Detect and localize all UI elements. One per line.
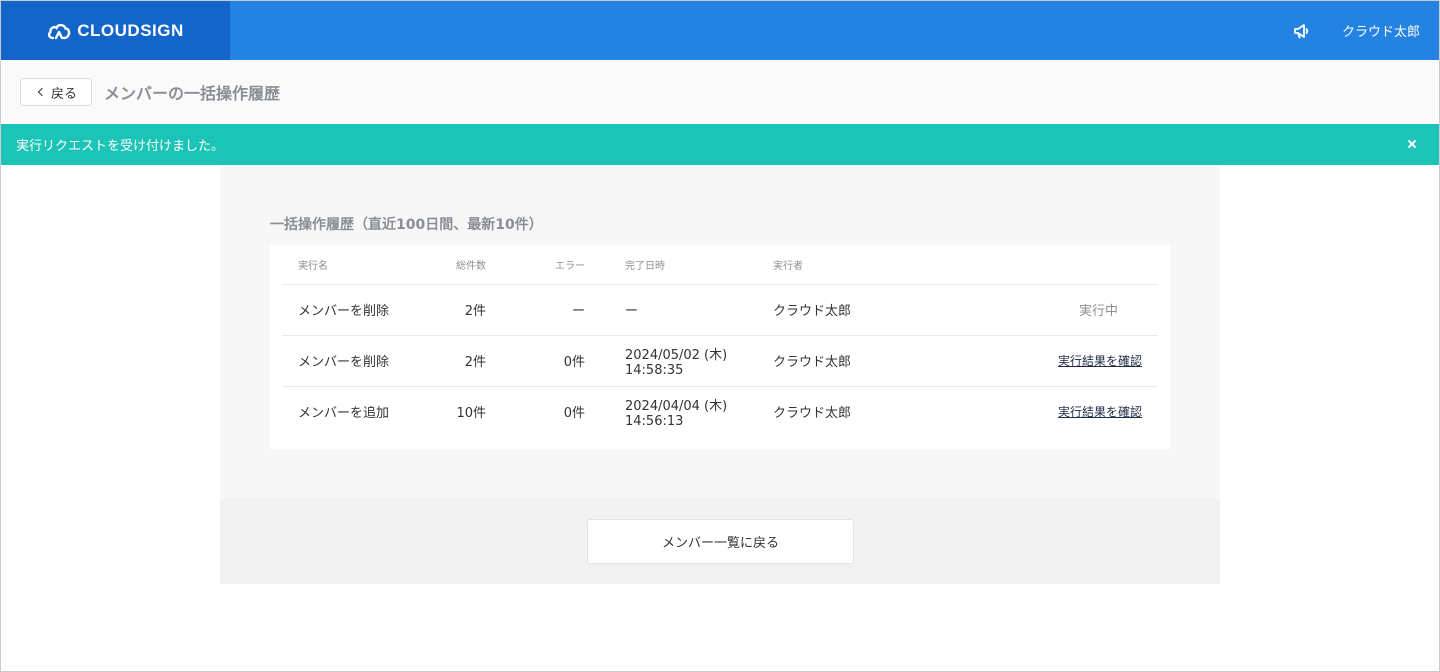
table-row: メンバーを削除 2件 0件 2024/05/02 (木) 14:58:35 クラ… [282, 335, 1158, 387]
row-errors: 0件 [563, 406, 585, 422]
row-total: 2件 [424, 284, 486, 336]
page-subheader: 戻る メンバーの一括操作履歴 [1, 60, 1439, 124]
row-name: メンバーを追加 [298, 406, 390, 422]
footer-actions: メンバー一覧に戻る [220, 498, 1220, 584]
success-notice: 実行リクエストを受け付けました。 [1, 124, 1439, 165]
view-result-link[interactable]: 実行結果を確認 [1058, 405, 1142, 419]
history-table: 実行名 総件数 エラー 完了日時 実行者 メンバーを削除 2件 ー ー クラウド… [282, 245, 1158, 437]
page-title: メンバーの一括操作履歴 [104, 84, 281, 103]
row-name: メンバーを削除 [282, 335, 424, 387]
back-button[interactable]: 戻る [20, 78, 92, 106]
return-to-member-list-button[interactable]: メンバー一覧に戻る [587, 519, 854, 564]
close-icon[interactable] [1405, 137, 1419, 151]
row-executor: クラウド太郎 [773, 335, 1003, 387]
column-header-errors: エラー [486, 245, 585, 285]
column-header-name: 実行名 [282, 245, 424, 285]
brand-logo[interactable]: CLOUDSIGN [1, 1, 230, 60]
cloud-sign-logo-icon [48, 23, 71, 39]
row-action-cell: 実行結果を確認 [1003, 386, 1158, 437]
status-running: 実行中 [1078, 304, 1118, 319]
row-errors: 0件 [486, 335, 585, 387]
column-header-executor: 実行者 [773, 245, 1003, 285]
row-action-cell: 実行中 [1003, 284, 1158, 336]
user-menu[interactable]: クラウド太郎 [1342, 21, 1420, 40]
back-button-label: 戻る [50, 86, 77, 102]
column-header-action [1003, 245, 1158, 285]
row-executor: クラウド太郎 [773, 284, 1003, 336]
notice-message: 実行リクエストを受け付けました。 [16, 139, 225, 154]
row-action-cell: 実行結果を確認 [1003, 335, 1158, 387]
app-window: CLOUDSIGN クラウド太郎 戻る メンバーの一括操作履歴 実行リクエストを… [0, 0, 1440, 672]
row-completed-at: ー [585, 284, 773, 336]
row-executor: クラウド太郎 [773, 406, 852, 422]
row-name: メンバーを削除 [282, 284, 424, 336]
row-total: 10件 [456, 406, 486, 422]
megaphone-icon [1294, 23, 1309, 38]
chevron-left-icon [37, 87, 47, 97]
row-completed-at: 2024/04/04 (木) 14:56:13 [625, 398, 728, 429]
row-completed-at: 2024/05/02 (木) 14:58:35 [585, 335, 773, 387]
row-errors: ー [486, 284, 585, 336]
section-title: 一括操作履歴（直近100日間、最新10件） [270, 217, 543, 233]
table-header-row: 実行名 総件数 エラー 完了日時 実行者 [282, 245, 1158, 285]
column-header-completed-at: 完了日時 [585, 245, 773, 285]
row-total: 2件 [424, 335, 486, 387]
top-header: CLOUDSIGN クラウド太郎 [1, 1, 1439, 60]
table-row: メンバーを削除 2件 ー ー クラウド太郎 実行中 [282, 284, 1158, 336]
history-table-card: 実行名 総件数 エラー 完了日時 実行者 メンバーを削除 2件 ー ー クラウド… [270, 245, 1170, 449]
header-actions: クラウド太郎 [1292, 1, 1439, 60]
table-row: メンバーを追加 10件 0件 2024/04/04 (木) 14:56:13 ク… [282, 386, 1158, 437]
column-header-total: 総件数 [424, 245, 486, 285]
brand-name: CLOUDSIGN [77, 20, 184, 40]
view-result-link[interactable]: 実行結果を確認 [1058, 354, 1142, 368]
announcement-button[interactable] [1292, 21, 1312, 41]
history-panel: 一括操作履歴（直近100日間、最新10件） 実行名 総件数 エラー 完了日時 実… [220, 165, 1220, 498]
